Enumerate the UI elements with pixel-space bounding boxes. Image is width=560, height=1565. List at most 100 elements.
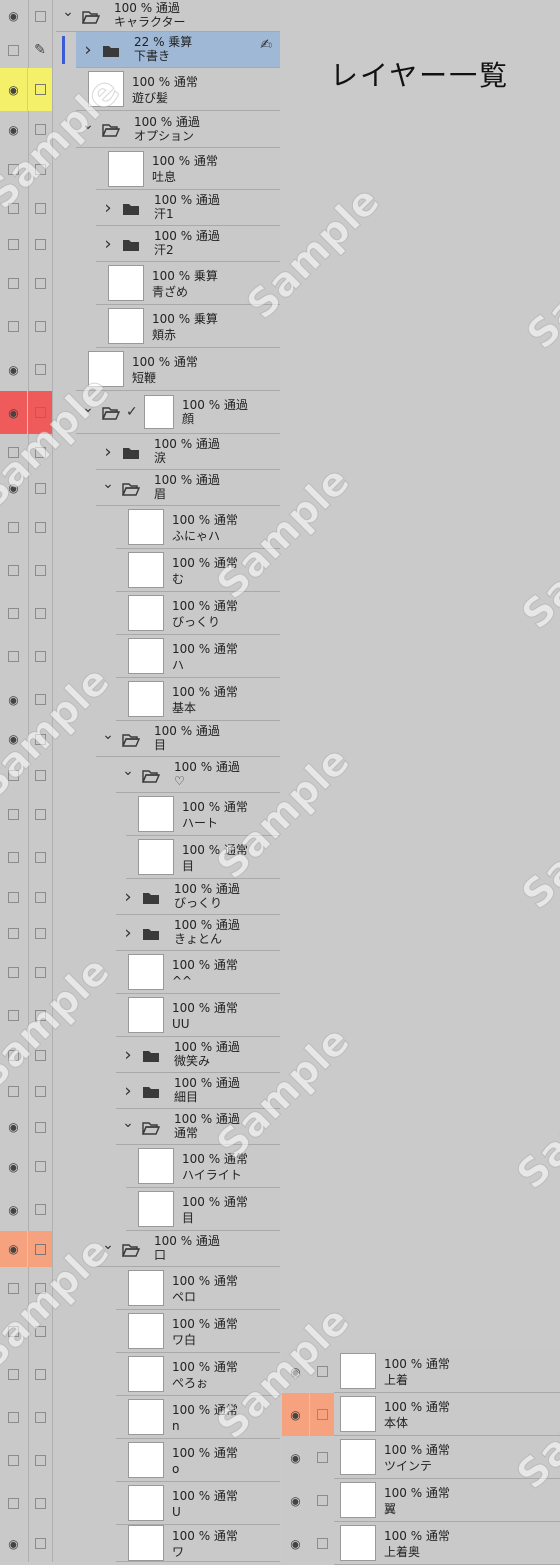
lock-toggle[interactable] <box>28 0 52 32</box>
layer-row[interactable]: 100 % 通常 n <box>0 1396 280 1439</box>
layer-content[interactable]: ⌄ 100 % 通過 キャラクター <box>56 0 280 32</box>
lock-toggle[interactable] <box>28 951 52 994</box>
layer-row[interactable]: 100 % 通常 ぺろぉ <box>0 1353 280 1396</box>
lock-checkbox[interactable] <box>34 1326 46 1337</box>
lock-toggle[interactable] <box>28 1353 52 1396</box>
visibility-checkbox[interactable] <box>8 321 19 332</box>
layer-content[interactable]: ⌄ 100 % 通過 ♡ <box>116 757 280 793</box>
lock-toggle[interactable] <box>28 1439 52 1482</box>
visibility-toggle[interactable] <box>0 262 27 305</box>
lock-toggle[interactable] <box>28 592 52 635</box>
lock-toggle[interactable] <box>28 1188 52 1231</box>
lock-checkbox[interactable] <box>34 1085 46 1097</box>
visibility-toggle[interactable]: ◉ <box>282 1522 309 1565</box>
lock-checkbox[interactable] <box>34 446 46 458</box>
lock-checkbox[interactable] <box>34 407 46 418</box>
visibility-toggle[interactable]: ◉ <box>0 1188 27 1231</box>
chevron-right-icon[interactable]: › <box>122 1080 134 1101</box>
layer-content[interactable]: 100 % 通常 n <box>116 1396 280 1439</box>
layer-row[interactable]: 100 % 通常 U <box>0 1482 280 1525</box>
visibility-toggle[interactable]: ◉ <box>0 68 27 111</box>
lock-toggle[interactable]: ✎ <box>28 32 52 68</box>
lock-checkbox[interactable] <box>34 522 46 533</box>
visibility-toggle[interactable] <box>0 994 27 1037</box>
lock-toggle[interactable] <box>310 1479 334 1522</box>
visibility-checkbox[interactable] <box>8 1085 19 1097</box>
layer-row[interactable]: ◉ 100 % 通常 基本 <box>0 678 280 721</box>
lock-checkbox[interactable] <box>34 124 46 135</box>
visibility-toggle[interactable]: ◉ <box>0 1109 27 1145</box>
layer-row[interactable]: › 100 % 通過 きょとん <box>0 915 280 951</box>
visibility-checkbox[interactable] <box>8 44 19 56</box>
layer-content[interactable]: ⌄ 100 % 通過 オプション <box>76 111 280 148</box>
lock-checkbox[interactable] <box>34 809 46 820</box>
lock-checkbox[interactable] <box>34 1455 46 1466</box>
layer-row[interactable]: › 100 % 通過 びっくり <box>0 879 280 915</box>
lock-toggle[interactable] <box>28 1145 52 1188</box>
chevron-down-icon[interactable]: ⌄ <box>82 400 94 416</box>
layer-content[interactable]: 100 % 通常 ^^ <box>116 951 280 994</box>
lock-checkbox[interactable] <box>34 608 46 619</box>
chevron-right-icon[interactable]: › <box>122 886 134 907</box>
layer-content[interactable]: 100 % 通常 ハート <box>126 793 280 836</box>
chevron-down-icon[interactable]: ⌄ <box>102 476 114 492</box>
layer-content[interactable]: ⌄ 100 % 通過 通常 <box>116 1109 280 1145</box>
lock-checkbox[interactable] <box>316 1495 328 1506</box>
visibility-toggle[interactable] <box>0 951 27 994</box>
lock-toggle[interactable] <box>28 68 52 111</box>
chevron-down-icon[interactable]: ⌄ <box>122 1115 134 1131</box>
layer-row[interactable]: ◉ 100 % 通常 上着 <box>282 1350 560 1393</box>
lock-checkbox[interactable] <box>34 278 46 289</box>
visibility-checkbox[interactable] <box>8 238 19 250</box>
chevron-right-icon[interactable]: › <box>82 39 94 60</box>
lock-toggle[interactable] <box>28 915 52 951</box>
visibility-toggle[interactable] <box>0 226 27 262</box>
visibility-toggle[interactable] <box>0 1073 27 1109</box>
visibility-toggle[interactable] <box>0 506 27 549</box>
lock-toggle[interactable] <box>28 1037 52 1073</box>
layer-row[interactable]: ◉ ⌄ 100 % 通過顔 ✓ <box>0 391 280 434</box>
lock-toggle[interactable] <box>28 1231 52 1267</box>
visibility-toggle[interactable] <box>0 879 27 915</box>
layer-content[interactable]: 100 % 通常 ツインテ <box>334 1436 560 1479</box>
visibility-checkbox[interactable] <box>8 446 19 458</box>
lock-checkbox[interactable] <box>34 1538 46 1549</box>
visibility-checkbox[interactable] <box>8 967 19 978</box>
lock-checkbox[interactable] <box>34 84 46 95</box>
lock-toggle[interactable] <box>28 1267 52 1310</box>
visibility-toggle[interactable] <box>0 549 27 592</box>
layer-row[interactable]: ◉ ⌄ 100 % 通過口 <box>0 1231 280 1267</box>
lock-toggle[interactable] <box>28 434 52 470</box>
layer-row[interactable]: 100 % 通常 ハート <box>0 793 280 836</box>
layer-row[interactable]: › 100 % 通過涙 <box>0 434 280 470</box>
chevron-down-icon[interactable]: ⌄ <box>122 763 134 779</box>
visibility-toggle[interactable]: ◉ <box>282 1479 309 1522</box>
chevron-right-icon[interactable]: › <box>102 233 114 254</box>
layer-row[interactable]: ◉ ⌄ 100 % 通過眉 <box>0 470 280 506</box>
layer-row[interactable]: ◉ 100 % 通常 本体 <box>282 1393 560 1436</box>
lock-checkbox[interactable] <box>34 651 46 662</box>
visibility-toggle[interactable] <box>0 757 27 793</box>
visibility-toggle[interactable] <box>0 434 27 470</box>
visibility-toggle[interactable]: ◉ <box>0 348 27 391</box>
lock-checkbox[interactable] <box>34 1498 46 1509</box>
lock-toggle[interactable] <box>28 879 52 915</box>
layer-content[interactable]: 100 % 通常ハ <box>116 635 280 678</box>
visibility-checkbox[interactable] <box>8 1412 19 1423</box>
lock-toggle[interactable] <box>28 148 52 190</box>
chevron-right-icon[interactable]: › <box>102 197 114 218</box>
visibility-toggle[interactable]: ◉ <box>282 1350 309 1393</box>
chevron-right-icon[interactable]: › <box>122 922 134 943</box>
lock-checkbox[interactable] <box>34 891 46 903</box>
lock-checkbox[interactable] <box>316 1538 328 1549</box>
layer-content[interactable]: 100 % 通常 短鞭 <box>76 348 280 391</box>
visibility-toggle[interactable] <box>0 148 27 190</box>
layer-row[interactable]: ◉ ⌄ 100 % 通過 キャラクター <box>0 0 280 32</box>
lock-checkbox[interactable] <box>34 1049 46 1061</box>
layer-content[interactable]: 100 % 通常 ふにゃハ <box>116 506 280 549</box>
layer-content[interactable]: › 100 % 通過涙 <box>96 434 280 470</box>
layer-content[interactable]: 100 % 通常 UU <box>116 994 280 1037</box>
visibility-checkbox[interactable] <box>8 608 19 619</box>
lock-toggle[interactable] <box>28 678 52 721</box>
lock-checkbox[interactable] <box>34 163 46 175</box>
